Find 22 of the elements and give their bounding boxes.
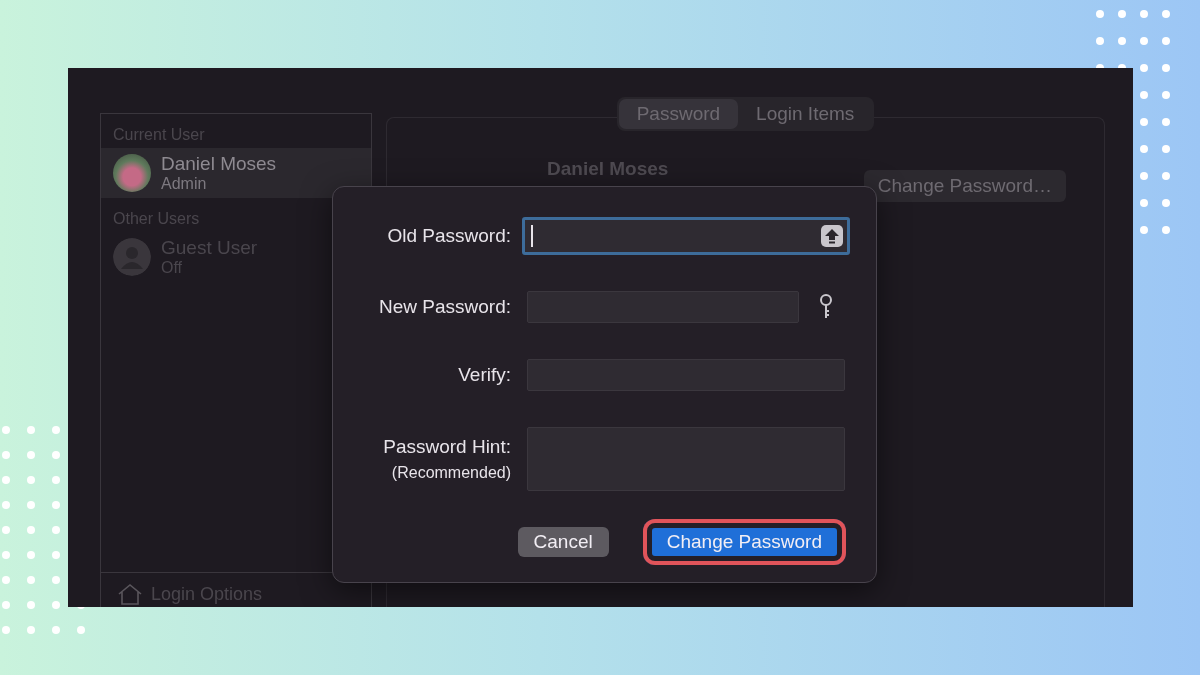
password-field[interactable]	[527, 291, 799, 323]
caps-lock-icon	[821, 225, 843, 247]
field-label: Verify:	[458, 364, 511, 386]
field-label: Old Password:	[387, 225, 511, 247]
hint-field[interactable]	[527, 427, 845, 491]
field-sublabel: (Recommended)	[391, 464, 511, 482]
user-role: Admin	[161, 175, 208, 193]
key-icon[interactable]	[819, 294, 833, 320]
field-label: Password Hint:	[383, 436, 511, 458]
change-password-button[interactable]: Change Password…	[863, 170, 1066, 202]
user-list-item[interactable]: Daniel Moses Admin	[101, 148, 371, 198]
change-password-button[interactable]: Change Password	[642, 519, 846, 565]
field-label: New Password:	[379, 296, 511, 318]
avatar-photo-placeholder	[113, 154, 151, 192]
user-name: Daniel Moses	[161, 153, 277, 175]
password-field[interactable]	[522, 217, 850, 255]
tab[interactable]: Password	[618, 99, 739, 129]
house-icon	[117, 583, 143, 605]
tab[interactable]: Login Items	[738, 99, 873, 129]
user-silhouette-icon	[113, 238, 151, 276]
cancel-button[interactable]: Cancel	[517, 527, 609, 557]
password-field[interactable]	[527, 359, 845, 391]
